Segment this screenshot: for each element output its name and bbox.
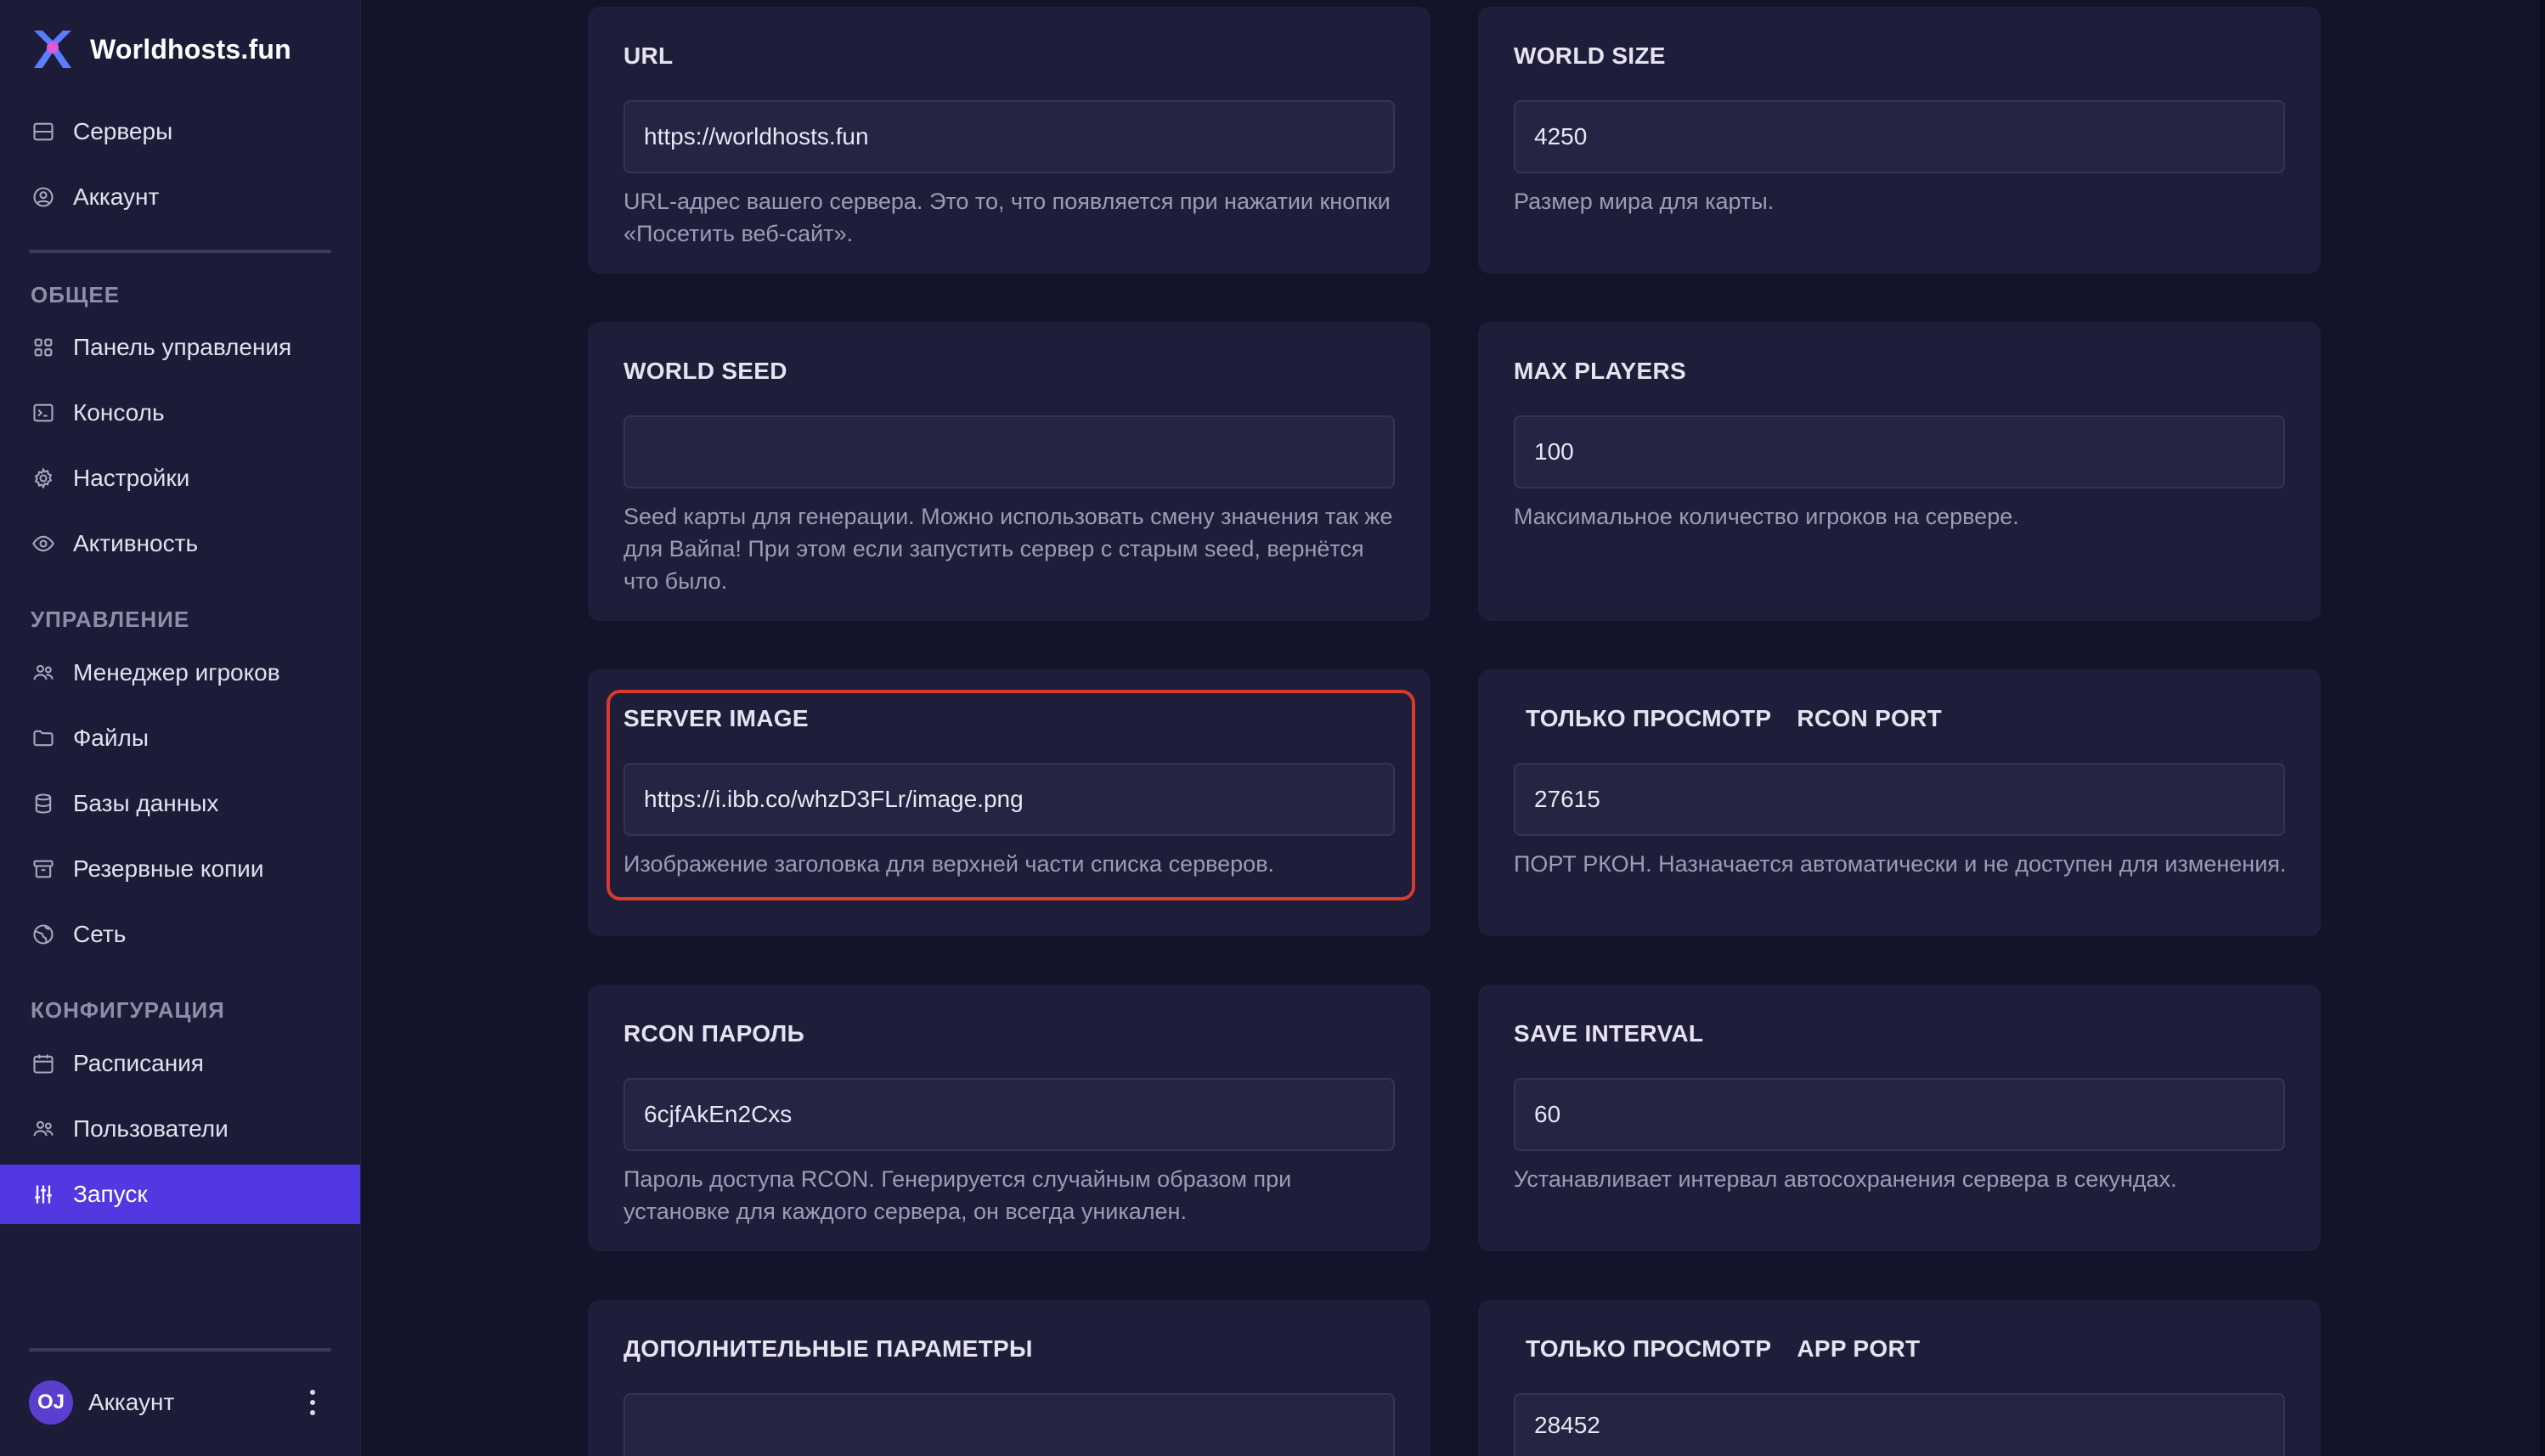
sidebar: Worldhosts.fun Серверы Аккаунт ОБЩЕЕ Пан… [0,0,361,1456]
sidebar-item-schedules[interactable]: Расписания [0,1034,360,1093]
sidebar-item-label: Аккаунт [73,183,160,210]
card-title: ДОПОЛНИТЕЛЬНЫЕ ПАРАМЕТРЫ [624,1335,1033,1362]
field-help: Пароль доступа RCON. Генерируется случай… [624,1166,1292,1224]
brand-name: Worldhosts.fun [90,33,291,65]
card-title: SAVE INTERVAL [1514,1020,1704,1047]
save-interval-input[interactable]: 60 [1514,1078,2285,1151]
sidebar-item-startup[interactable]: Запуск [0,1165,360,1224]
sidebar-item-activity[interactable]: Активность [0,514,360,573]
gear-icon [31,466,56,491]
more-options-icon[interactable] [302,1385,323,1419]
folder-icon [31,725,56,751]
card-title: ТОЛЬКО ПРОСМОТР RCON PORT [1526,705,1943,731]
sidebar-item-label: Резервные копии [73,855,264,882]
read-only-badge: ТОЛЬКО ПРОСМОТР [1526,1335,1772,1362]
users-icon [31,1116,56,1142]
sidebar-item-player-manager[interactable]: Менеджер игроков [0,643,360,703]
card-app-port: ТОЛЬКО ПРОСМОТР APP PORT 28452 [1478,1300,2321,1456]
sidebar-item-label: Расписания [73,1050,204,1076]
card-rcon-password: RCON ПАРОЛЬ 6cjfAkEn2Cxs Пароль доступа … [588,985,1431,1251]
card-title: RCON ПАРОЛЬ [624,1020,805,1047]
sliders-icon [31,1182,56,1207]
globe-icon [31,922,56,947]
max-players-input[interactable]: 100 [1514,415,2285,488]
card-world-size: WORLD SIZE 4250 Размер мира для карты. [1478,7,2321,274]
sidebar-divider [29,250,331,253]
app-port-input: 28452 [1514,1393,2285,1456]
field-help: ПОРТ РКОН. Назначается автоматически и н… [1514,851,2287,877]
field-help: Изображение заголовка для верхней части … [624,851,1275,877]
card-rcon-port: ТОЛЬКО ПРОСМОТР RCON PORT 27615 ПОРТ РКО… [1478,669,2321,936]
field-help: Seed карты для генерации. Можно использо… [624,504,1393,594]
field-help: Максимальное количество игроков на серве… [1514,504,2019,529]
field-help: Размер мира для карты. [1514,189,1775,214]
sidebar-item-backups[interactable]: Резервные копии [0,839,360,899]
sidebar-item-databases[interactable]: Базы данных [0,774,360,833]
field-help: URL-адрес вашего сервера. Это то, что по… [624,189,1391,246]
sidebar-item-label: Пользователи [73,1115,229,1142]
read-only-badge: ТОЛЬКО ПРОСМОТР [1526,705,1772,731]
section-title-general: ОБЩЕЕ [31,282,121,308]
card-url: URL https://worldhosts.fun URL-адрес ваш… [588,7,1431,274]
calendar-icon [31,1051,56,1076]
account-name[interactable]: Аккаунт [88,1389,174,1416]
sidebar-item-label: Базы данных [73,790,219,816]
account-bar[interactable]: OJ Аккаунт [29,1379,331,1426]
sidebar-item-label: Запуск [73,1181,148,1207]
sidebar-item-files[interactable]: Файлы [0,708,360,768]
card-title: SERVER IMAGE [624,705,809,731]
world-seed-input[interactable] [624,415,1395,488]
card-world-seed: WORLD SEED Seed карты для генерации. Мож… [588,322,1431,621]
archive-icon [31,856,56,882]
card-extra-params: ДОПОЛНИТЕЛЬНЫЕ ПАРАМЕТРЫ [588,1300,1431,1456]
user-circle-icon [31,184,56,210]
sidebar-item-label: Серверы [73,118,173,144]
extra-params-input[interactable] [624,1393,1395,1456]
users-icon [31,660,56,686]
world-size-input[interactable]: 4250 [1514,100,2285,173]
grid-icon [31,335,56,360]
card-title: ТОЛЬКО ПРОСМОТР APP PORT [1526,1335,1921,1362]
card-title: WORLD SIZE [1514,42,1666,69]
card-title: WORLD SEED [624,358,787,384]
database-icon [31,791,56,816]
sidebar-divider [29,1348,331,1352]
sidebar-item-label: Менеджер игроков [73,659,280,686]
eye-icon [31,531,56,556]
card-save-interval: SAVE INTERVAL 60 Устанавливает интервал … [1478,985,2321,1251]
sidebar-item-label: Консоль [73,399,165,426]
sidebar-item-dashboard[interactable]: Панель управления [0,318,360,377]
sidebar-item-label: Панель управления [73,334,292,360]
sidebar-item-label: Активность [73,530,199,556]
window-edge [2540,0,2545,1456]
section-title-management: УПРАВЛЕНИЕ [31,607,190,632]
avatar[interactable]: OJ [29,1380,73,1425]
sidebar-item-label: Сеть [73,921,127,947]
sidebar-item-settings[interactable]: Настройки [0,449,360,508]
card-max-players: MAX PLAYERS 100 Максимальное количество … [1478,322,2321,621]
sidebar-item-users[interactable]: Пользователи [0,1099,360,1159]
sidebar-item-servers[interactable]: Серверы [0,102,360,161]
sidebar-item-console[interactable]: Консоль [0,383,360,443]
server-icon [31,119,56,144]
card-title: MAX PLAYERS [1514,358,1686,384]
url-input[interactable]: https://worldhosts.fun [624,100,1395,173]
rcon-port-input: 27615 [1514,763,2285,836]
section-title-configuration: КОНФИГУРАЦИЯ [31,997,225,1023]
card-title: URL [624,42,674,69]
card-server-image: SERVER IMAGE https://i.ibb.co/whzD3FLr/i… [588,669,1431,936]
rcon-password-input[interactable]: 6cjfAkEn2Cxs [624,1078,1395,1151]
server-image-input[interactable]: https://i.ibb.co/whzD3FLr/image.png [624,763,1395,836]
sidebar-item-label: Файлы [73,725,149,751]
sidebar-item-network[interactable]: Сеть [0,905,360,964]
sidebar-item-label: Настройки [73,465,190,491]
sidebar-item-account[interactable]: Аккаунт [0,167,360,227]
field-help: Устанавливает интервал автосохранения се… [1514,1166,2177,1192]
brand-logo-icon [34,31,71,68]
terminal-icon [31,400,56,426]
brand[interactable]: Worldhosts.fun [29,25,291,73]
